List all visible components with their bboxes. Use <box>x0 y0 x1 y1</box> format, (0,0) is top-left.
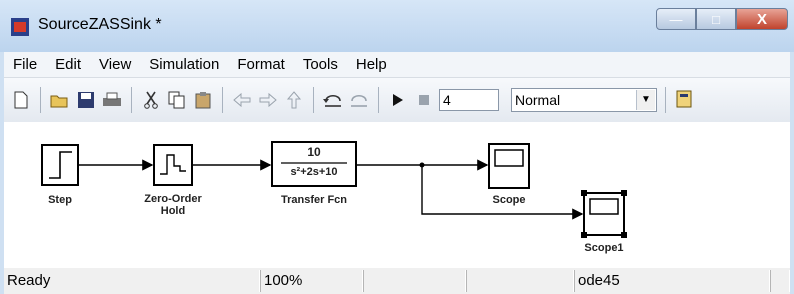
undo-icon[interactable] <box>322 89 344 111</box>
open-icon[interactable] <box>49 89 71 111</box>
new-file-icon[interactable] <box>10 89 32 111</box>
toolbar-separator <box>131 87 132 113</box>
up-icon[interactable] <box>283 89 305 111</box>
scope-label: Scope <box>492 194 526 206</box>
transfer-fcn-numerator: 10 <box>307 145 321 159</box>
scope1-label: Scope1 <box>584 242 624 254</box>
title-bar[interactable]: SourceZASSink * — □ X <box>0 0 794 52</box>
toolbar: 4 Normal ▼ <box>4 78 790 122</box>
toolbar-separator <box>40 87 41 113</box>
minimize-button[interactable]: — <box>656 8 696 30</box>
status-empty-1 <box>363 270 466 292</box>
menu-simulation[interactable]: Simulation <box>140 56 228 73</box>
simulink-model-window: SourceZASSink * — □ X File Edit View Sim… <box>0 0 794 294</box>
print-icon[interactable] <box>101 89 123 111</box>
status-bar: Ready 100% ode45 <box>4 268 790 294</box>
close-button[interactable]: X <box>736 8 788 30</box>
simulation-mode-select[interactable]: Normal ▼ <box>511 88 657 112</box>
menu-file[interactable]: File <box>4 56 46 73</box>
block-diagram <box>41 141 627 238</box>
scope1-block[interactable] <box>581 190 627 238</box>
model-canvas[interactable]: Step Zero-Order Hold 10 s²+2s+10 Transfe… <box>4 122 790 268</box>
toolbar-separator <box>222 87 223 113</box>
maximize-button[interactable]: □ <box>696 8 736 30</box>
toolbar-separator <box>313 87 314 113</box>
cut-icon[interactable] <box>140 89 162 111</box>
back-icon[interactable] <box>231 89 253 111</box>
zero-order-hold-label-line1: Zero-Order <box>144 193 202 205</box>
chevron-down-icon[interactable]: ▼ <box>636 90 655 110</box>
resize-grip-icon[interactable] <box>770 270 790 292</box>
menu-tools[interactable]: Tools <box>294 56 347 73</box>
window-title: SourceZASSink * <box>38 16 162 33</box>
step-label: Step <box>48 194 72 206</box>
simulink-app-icon <box>11 18 29 36</box>
simulation-mode-value: Normal <box>515 92 561 108</box>
step-block[interactable] <box>41 144 79 186</box>
transfer-fcn-denominator: s²+2s+10 <box>290 166 338 178</box>
toolbar-separator <box>378 87 379 113</box>
redo-icon[interactable] <box>348 89 370 111</box>
stop-time-input[interactable]: 4 <box>439 89 499 111</box>
start-simulation-icon[interactable] <box>387 89 409 111</box>
paste-icon[interactable] <box>192 89 214 111</box>
status-empty-2 <box>466 270 574 292</box>
scope-block[interactable] <box>488 143 530 189</box>
toolbar-separator <box>665 87 666 113</box>
save-icon[interactable] <box>75 89 97 111</box>
menu-help[interactable]: Help <box>347 56 396 73</box>
menu-bar: File Edit View Simulation Format Tools H… <box>4 52 790 78</box>
copy-icon[interactable] <box>166 89 188 111</box>
menu-format[interactable]: Format <box>228 56 294 73</box>
status-zoom: 100% <box>260 270 363 292</box>
menu-edit[interactable]: Edit <box>46 56 90 73</box>
caption-buttons: — □ X <box>656 8 788 32</box>
menu-view[interactable]: View <box>90 56 140 73</box>
stop-simulation-icon[interactable] <box>413 89 435 111</box>
branch-point <box>419 162 425 168</box>
status-solver: ode45 <box>574 270 770 292</box>
status-ready: Ready <box>4 270 260 292</box>
forward-icon[interactable] <box>257 89 279 111</box>
transfer-fcn-label: Transfer Fcn <box>280 194 348 206</box>
zero-order-hold-block[interactable] <box>153 144 193 186</box>
library-browser-icon[interactable] <box>674 89 696 111</box>
zero-order-hold-label-line2: Hold <box>160 205 186 217</box>
